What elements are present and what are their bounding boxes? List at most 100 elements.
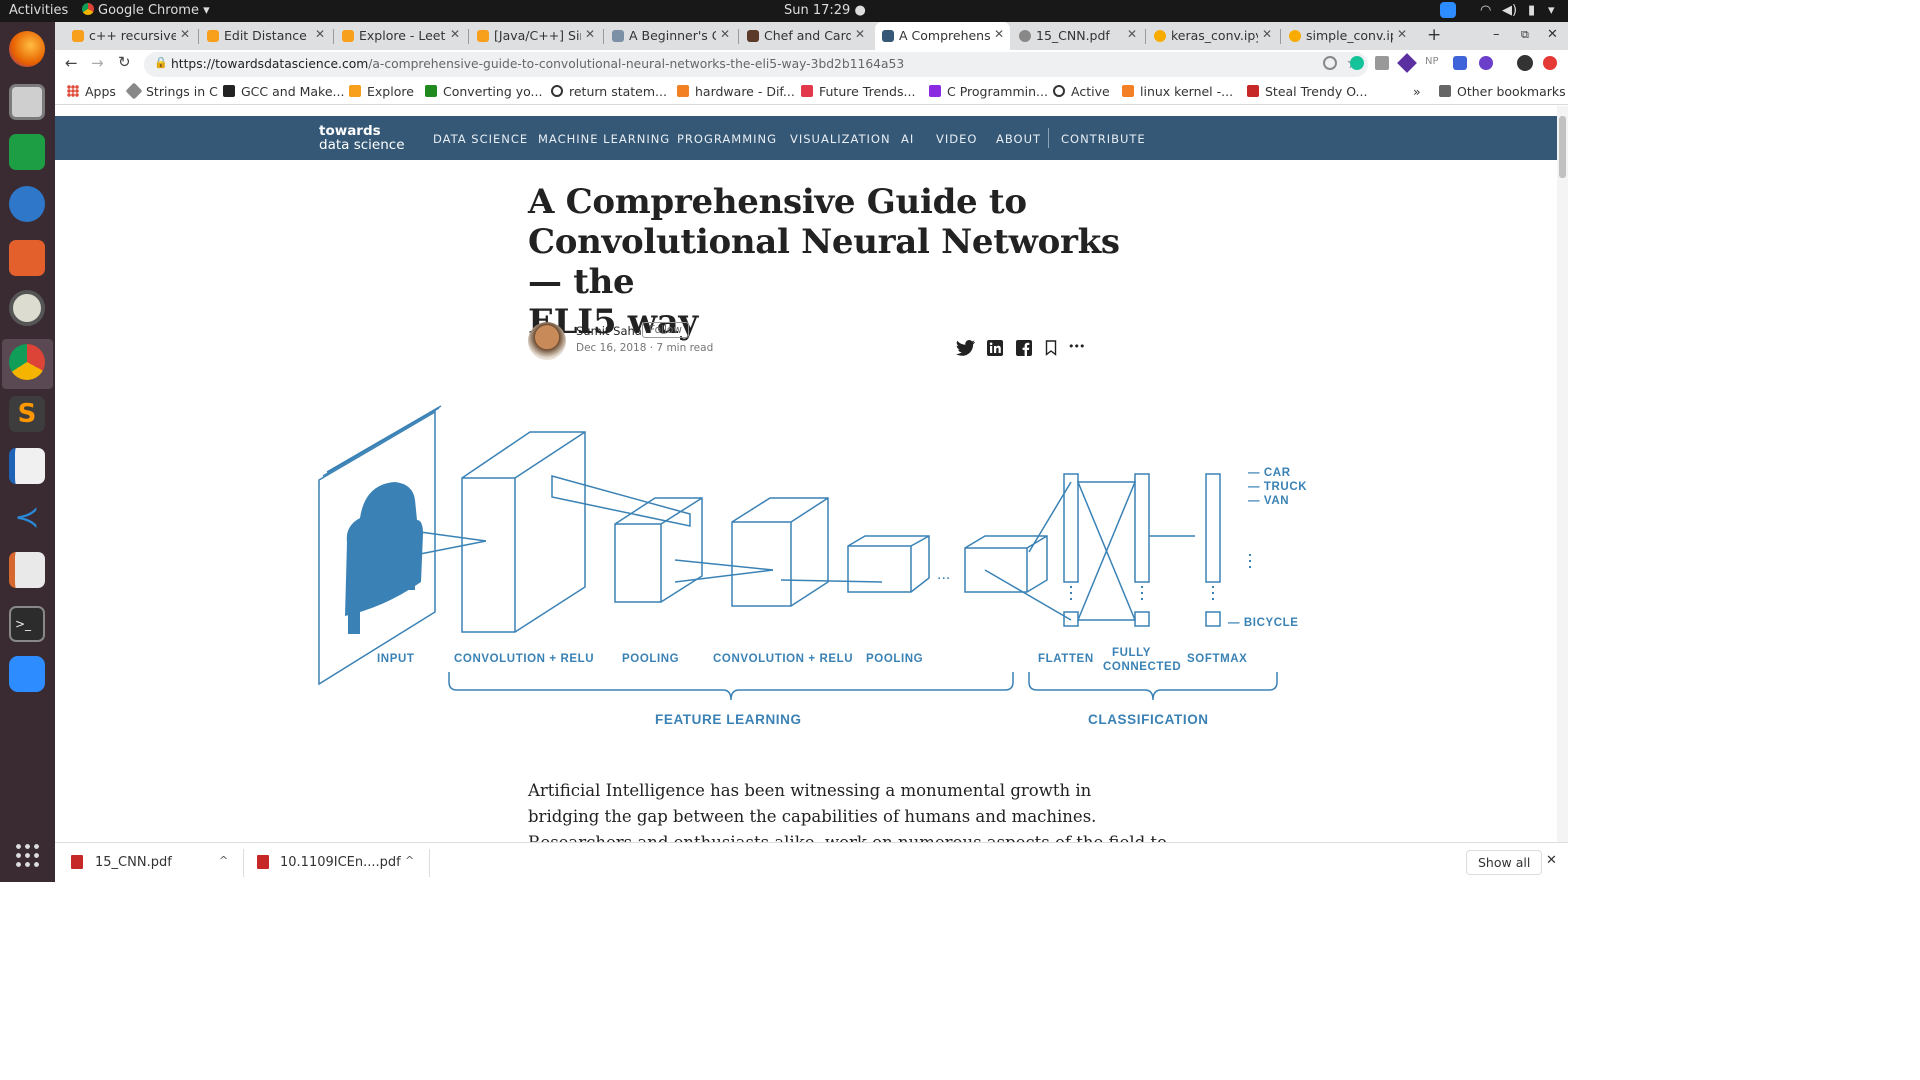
tab-close-icon[interactable]: ✕ <box>180 27 190 41</box>
wifi-icon[interactable]: ◠ <box>1480 3 1491 18</box>
minimize-icon[interactable]: – <box>1493 27 1500 42</box>
download-item-0[interactable]: 15_CNN.pdf ^ <box>55 843 243 883</box>
firefox-icon[interactable] <box>9 31 45 67</box>
nav-video[interactable]: VIDEO <box>936 132 977 146</box>
follow-button[interactable]: Follow <box>642 322 689 338</box>
address-bar[interactable]: 🔒 https://towardsdatascience.com/a-compr… <box>144 52 1368 77</box>
tab-close-icon[interactable]: ✕ <box>315 27 325 41</box>
vscode-icon[interactable]: ≺ <box>9 500 45 536</box>
zoom-tray-icon[interactable] <box>1440 2 1456 18</box>
tab-8[interactable]: keras_conv.ipy ✕ <box>1147 22 1278 50</box>
tab-2[interactable]: Explore - LeetC ✕ <box>335 22 466 50</box>
tab-close-icon[interactable]: ✕ <box>585 27 595 41</box>
show-all-button[interactable]: Show all <box>1466 850 1543 875</box>
show-apps-grid-icon[interactable] <box>14 842 40 868</box>
sublime-text-icon[interactable]: S <box>9 396 45 432</box>
author-name[interactable]: Sumit Saha <box>576 324 642 338</box>
bookmark-item[interactable]: GCC and Make... <box>223 84 344 99</box>
profile-avatar[interactable] <box>1517 55 1533 71</box>
bookmark-item[interactable]: Steal Trendy O... <box>1247 84 1367 99</box>
zoom-icon[interactable] <box>9 656 45 692</box>
clock[interactable]: Sun 17:29 ● <box>784 3 866 18</box>
nav-machine-learning[interactable]: MACHINE LEARNING <box>538 132 670 146</box>
nav-data-science[interactable]: DATA SCIENCE <box>433 132 528 146</box>
tab-close-icon[interactable]: ✕ <box>1262 27 1272 41</box>
restore-icon[interactable]: ⧉ <box>1521 28 1529 42</box>
more-options-icon[interactable]: ••• <box>1068 340 1085 353</box>
bookmark-item[interactable]: Explore <box>349 84 414 99</box>
window-close-icon[interactable]: ✕ <box>1547 27 1558 42</box>
impress-icon[interactable] <box>9 552 45 588</box>
np-extension-icon[interactable]: NP <box>1425 56 1439 67</box>
extension-diamond-icon[interactable] <box>1397 53 1417 73</box>
new-tab-plus-icon[interactable]: + <box>1427 25 1441 45</box>
tab-4[interactable]: A Beginner's G ✕ <box>605 22 736 50</box>
grammarly-icon[interactable] <box>1350 56 1364 70</box>
software-center-icon[interactable] <box>9 240 45 276</box>
tab-7[interactable]: 15_CNN.pdf ✕ <box>1012 22 1143 50</box>
chevron-up-icon[interactable]: ^ <box>219 854 228 867</box>
label-fully: FULLY <box>1112 647 1151 659</box>
thunderbird-icon[interactable] <box>9 186 45 222</box>
close-download-shelf-icon[interactable]: ✕ <box>1546 853 1557 868</box>
twitter-icon[interactable] <box>956 340 976 356</box>
page-scrollbar[interactable] <box>1557 106 1568 842</box>
tab-close-icon[interactable]: ✕ <box>720 27 730 41</box>
bookmark-item[interactable]: Converting yo... <box>425 84 542 99</box>
bookmark-item[interactable]: Strings in C <box>125 82 218 100</box>
linkedin-icon[interactable] <box>987 340 1003 356</box>
spreadsheet-icon[interactable] <box>9 134 45 170</box>
rhythmbox-icon[interactable] <box>9 290 45 326</box>
tab-9[interactable]: simple_conv.ip ✕ <box>1282 22 1413 50</box>
tab-close-icon[interactable]: ✕ <box>1397 27 1407 41</box>
nav-visualization[interactable]: VISUALIZATION <box>790 132 891 146</box>
bookmark-item[interactable]: return statem... <box>551 84 667 99</box>
extension-purple-icon[interactable] <box>1479 56 1493 70</box>
chrome-icon[interactable] <box>9 344 45 380</box>
nav-about[interactable]: ABOUT <box>996 132 1041 146</box>
extension-puzzle-icon[interactable] <box>1375 56 1389 70</box>
facebook-icon[interactable] <box>1016 340 1032 356</box>
tab-close-icon[interactable]: ✕ <box>855 27 865 41</box>
site-logo[interactable]: towards data science <box>319 124 405 152</box>
site-navbar: towards data science DATA SCIENCE MACHIN… <box>55 116 1557 160</box>
volume-icon[interactable]: ◀) <box>1502 3 1517 18</box>
bookmark-item[interactable]: hardware - Dif... <box>677 84 795 99</box>
other-bookmarks[interactable]: Other bookmarks <box>1439 84 1566 99</box>
extension-blue-icon[interactable] <box>1453 56 1467 70</box>
tab-close-icon[interactable]: ✕ <box>994 27 1004 41</box>
files-icon[interactable] <box>9 84 45 120</box>
writer-icon[interactable] <box>9 448 45 484</box>
system-menu-chevron-icon[interactable]: ▾ <box>1548 3 1555 18</box>
bookmark-item[interactable]: Future Trends... <box>801 84 915 99</box>
extension-cloud-icon[interactable] <box>1323 56 1337 70</box>
reload-icon[interactable]: ↻ <box>118 53 131 71</box>
bookmark-item[interactable]: linux kernel -... <box>1122 84 1233 99</box>
tab-5[interactable]: Chef and Card ✕ <box>740 22 871 50</box>
nav-ai[interactable]: AI <box>901 132 914 146</box>
chevron-up-icon[interactable]: ^ <box>405 854 414 867</box>
tab-close-icon[interactable]: ✕ <box>450 27 460 41</box>
tab-close-icon[interactable]: ✕ <box>1127 27 1137 41</box>
activities-button[interactable]: Activities <box>9 3 68 18</box>
nav-programming[interactable]: PROGRAMMING <box>677 132 777 146</box>
back-arrow-icon[interactable]: ← <box>65 54 78 72</box>
forward-arrow-icon[interactable]: → <box>91 54 104 72</box>
bookmark-apps[interactable]: Apps <box>67 84 116 99</box>
app-menu[interactable]: Google Chrome ▾ <box>82 3 210 18</box>
terminal-icon[interactable]: >_ <box>9 606 45 642</box>
nav-contribute[interactable]: CONTRIBUTE <box>1061 132 1146 146</box>
bookmarks-overflow-chevron[interactable]: » <box>1413 84 1421 99</box>
scrollbar-thumb[interactable] <box>1559 116 1566 178</box>
bookmark-item[interactable]: Active <box>1053 84 1110 99</box>
tab-3[interactable]: [Java/C++] Sim ✕ <box>470 22 601 50</box>
download-item-1[interactable]: 10.1109ICEn....pdf ^ <box>243 843 429 883</box>
battery-icon[interactable]: ▮ <box>1528 3 1535 18</box>
update-menu-icon[interactable] <box>1543 56 1557 70</box>
bookmark-item[interactable]: C Programmin... <box>929 84 1048 99</box>
bookmark-icon[interactable] <box>1045 340 1057 356</box>
tab-6-active[interactable]: A Comprehens ✕ <box>875 22 1010 50</box>
tab-0[interactable]: c++ recursive ✕ <box>65 22 196 50</box>
author-avatar[interactable] <box>528 322 566 360</box>
tab-1[interactable]: Edit Distance ✕ <box>200 22 331 50</box>
